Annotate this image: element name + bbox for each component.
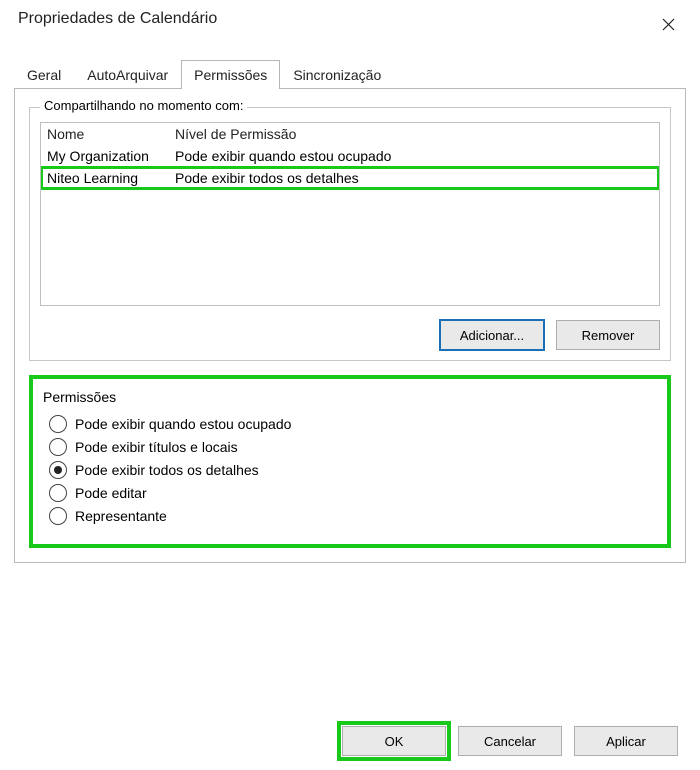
permission-option-label: Pode exibir títulos e locais [75, 439, 238, 455]
tab-geral[interactable]: Geral [14, 60, 74, 89]
cell-name: Niteo Learning [47, 170, 175, 186]
tab-content: Compartilhando no momento com: Nome Níve… [14, 88, 686, 563]
permission-option-label: Representante [75, 508, 167, 524]
radio-icon [49, 507, 67, 525]
header-name: Nome [47, 126, 175, 142]
sharing-legend: Compartilhando no momento com: [40, 98, 247, 113]
list-header: Nome Nível de Permissão [41, 123, 659, 145]
permission-option[interactable]: Pode exibir quando estou ocupado [49, 415, 657, 433]
cell-name: My Organization [47, 148, 175, 164]
tab-strip: GeralAutoArquivarPermissõesSincronização [14, 56, 700, 88]
permissions-options: Pode exibir quando estou ocupado Pode exi… [43, 415, 657, 525]
ok-highlight: OK [342, 726, 446, 756]
ok-button[interactable]: OK [342, 726, 446, 756]
tab-permissões[interactable]: Permissões [181, 60, 280, 89]
apply-button[interactable]: Aplicar [574, 726, 678, 756]
permission-option-label: Pode editar [75, 485, 147, 501]
permissions-block: Permissões Pode exibir quando estou ocup… [29, 375, 671, 548]
cell-permission: Pode exibir todos os detalhes [175, 170, 653, 186]
dialog-footer: OK Cancelar Aplicar [342, 726, 678, 756]
radio-icon [49, 415, 67, 433]
permission-option-label: Pode exibir todos os detalhes [75, 462, 259, 478]
title-bar: Propriedades de Calendário [0, 0, 700, 48]
permissions-title: Permissões [43, 389, 657, 405]
sharing-list[interactable]: Nome Nível de Permissão My OrganizationP… [40, 122, 660, 306]
sharing-group: Compartilhando no momento com: Nome Níve… [29, 107, 671, 361]
radio-icon [49, 461, 67, 479]
header-permission: Nível de Permissão [175, 126, 653, 142]
list-row[interactable]: Niteo LearningPode exibir todos os detal… [41, 167, 659, 189]
radio-icon [49, 484, 67, 502]
permission-option[interactable]: Representante [49, 507, 657, 525]
list-row[interactable]: My OrganizationPode exibir quando estou … [41, 145, 659, 167]
window-title: Propriedades de Calendário [18, 10, 217, 28]
add-button[interactable]: Adicionar... [440, 320, 544, 350]
cell-permission: Pode exibir quando estou ocupado [175, 148, 653, 164]
sharing-actions: Adicionar... Remover [40, 320, 660, 350]
tab-sincronização[interactable]: Sincronização [280, 60, 394, 89]
tab-autoarquivar[interactable]: AutoArquivar [74, 60, 181, 89]
radio-icon [49, 438, 67, 456]
close-button[interactable] [648, 10, 688, 38]
permission-option[interactable]: Pode exibir todos os detalhes [49, 461, 657, 479]
close-icon [662, 18, 675, 31]
permission-option[interactable]: Pode exibir títulos e locais [49, 438, 657, 456]
permission-option-label: Pode exibir quando estou ocupado [75, 416, 291, 432]
remove-button[interactable]: Remover [556, 320, 660, 350]
cancel-button[interactable]: Cancelar [458, 726, 562, 756]
permission-option[interactable]: Pode editar [49, 484, 657, 502]
